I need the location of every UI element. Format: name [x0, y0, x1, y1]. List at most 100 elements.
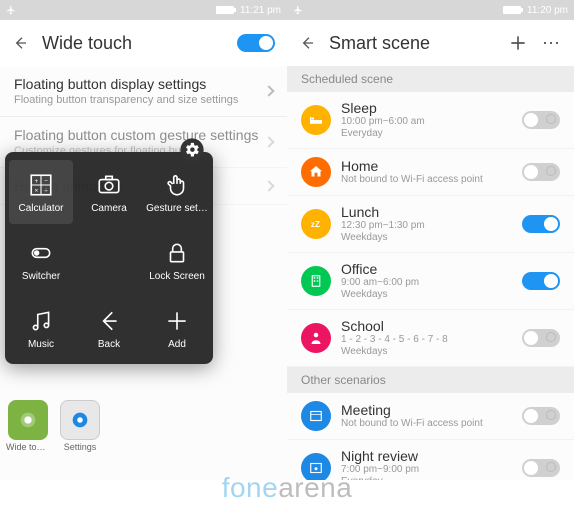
- camera-icon: [96, 172, 122, 198]
- panel-cell-add[interactable]: Add: [145, 296, 209, 360]
- panel-label: Switcher: [22, 271, 60, 282]
- chevron-right-icon: [263, 136, 274, 147]
- scene-toggle[interactable]: [522, 215, 560, 233]
- svg-text:−: −: [44, 177, 48, 184]
- header-toggle[interactable]: [237, 34, 275, 52]
- scene-sub: Not bound to Wi-Fi access point: [341, 418, 512, 430]
- scene-row[interactable]: MeetingNot bound to Wi-Fi access point: [287, 393, 574, 440]
- zzz-icon: zZ: [301, 209, 331, 239]
- scene-toggle[interactable]: [522, 459, 560, 477]
- panel-label: Back: [98, 339, 120, 350]
- chevron-right-icon: [263, 85, 274, 96]
- scene-sub: 9:00 am~6:00 pmWeekdays: [341, 277, 512, 301]
- panel-cell-calculator[interactable]: +−× ÷ Calculator: [9, 160, 73, 224]
- row-title: Floating button custom gesture settings: [14, 127, 265, 143]
- panel-cell-lock[interactable]: Lock Screen: [145, 228, 209, 292]
- scene-row[interactable]: Sleep10:00 pm~6:00 amEveryday: [287, 92, 574, 149]
- airplane-icon: [293, 5, 303, 15]
- chevron-right-icon: [263, 180, 274, 191]
- night-icon: [301, 453, 331, 480]
- battery-icon: [503, 6, 521, 14]
- back-icon[interactable]: [12, 35, 28, 51]
- status-bar: 11:21 pm: [0, 0, 287, 20]
- lock-icon: [164, 240, 190, 266]
- settings-icon: [69, 409, 91, 431]
- svg-text:÷: ÷: [44, 187, 48, 194]
- add-icon: [164, 308, 190, 334]
- scene-name: School: [341, 318, 512, 334]
- scene-name: Home: [341, 158, 512, 174]
- bed-icon: [301, 105, 331, 135]
- scene-row[interactable]: Office9:00 am~6:00 pmWeekdays: [287, 253, 574, 310]
- scene-toggle[interactable]: [522, 329, 560, 347]
- status-time: 11:20 pm: [527, 5, 568, 16]
- panel-label: Music: [28, 339, 54, 350]
- office-icon: [301, 266, 331, 296]
- panel-cell-back[interactable]: Back: [77, 296, 141, 360]
- panel-cell-music[interactable]: Music: [9, 296, 73, 360]
- calculator-icon: +−× ÷: [28, 172, 54, 198]
- scene-sub: 7:00 pm~9:00 pmEveryday: [341, 464, 512, 480]
- app-settings[interactable]: Settings: [58, 400, 102, 452]
- header: Smart scene ⋯: [287, 20, 574, 66]
- home-icon: [301, 157, 331, 187]
- row-subtitle: Floating button transparency and size se…: [14, 94, 265, 106]
- add-scene-button[interactable]: [508, 33, 528, 53]
- scene-name: Lunch: [341, 204, 512, 220]
- panel-cell-gesture[interactable]: Gesture set…: [145, 160, 209, 224]
- row-title: Floating button display settings: [14, 76, 265, 92]
- status-time: 11:21 pm: [240, 5, 281, 16]
- panel-cell-switcher[interactable]: Switcher: [9, 228, 73, 292]
- scene-row[interactable]: HomeNot bound to Wi-Fi access point: [287, 149, 574, 196]
- panel-label: Gesture set…: [146, 203, 208, 214]
- scene-toggle[interactable]: [522, 272, 560, 290]
- section-scheduled: Scheduled scene: [287, 66, 574, 92]
- panel-label: Camera: [91, 203, 127, 214]
- panel-label: Calculator: [18, 203, 63, 214]
- page-title: Smart scene: [329, 33, 494, 54]
- recent-apps: Wide tou… Settings: [6, 400, 102, 452]
- scene-sub: 12:30 pm~1:30 pmWeekdays: [341, 220, 512, 244]
- svg-text:×: ×: [35, 187, 39, 194]
- section-other: Other scenarios: [287, 367, 574, 393]
- music-icon: [28, 308, 54, 334]
- gesture-icon: [164, 172, 190, 198]
- switcher-icon: [28, 240, 54, 266]
- scene-name: Meeting: [341, 402, 512, 418]
- meeting-icon: [301, 401, 331, 431]
- back-icon: [96, 308, 122, 334]
- panel-label: Lock Screen: [149, 271, 205, 282]
- scene-name: Sleep: [341, 100, 512, 116]
- wide-touch-icon: [17, 409, 39, 431]
- panel-cell-empty: [77, 228, 141, 292]
- scene-toggle[interactable]: [522, 407, 560, 425]
- school-icon: [301, 323, 331, 353]
- svg-text:+: +: [35, 177, 39, 184]
- scene-row[interactable]: Night review7:00 pm~9:00 pmEveryday: [287, 440, 574, 480]
- scene-row[interactable]: zZ Lunch12:30 pm~1:30 pmWeekdays: [287, 196, 574, 253]
- scene-sub: 10:00 pm~6:00 amEveryday: [341, 116, 512, 140]
- wide-touch-panel: +−× ÷ Calculator Camera Gesture set… Swit…: [5, 152, 213, 364]
- app-wide-touch[interactable]: Wide tou…: [6, 400, 50, 452]
- scene-name: Night review: [341, 448, 512, 464]
- app-label: Wide tou…: [6, 442, 50, 452]
- screen-wide-touch: 11:21 pm Wide touch Floating button disp…: [0, 0, 287, 480]
- scene-name: Office: [341, 261, 512, 277]
- page-title: Wide touch: [42, 33, 223, 54]
- setting-row[interactable]: Floating button display settings Floatin…: [0, 66, 287, 117]
- svg-text:zZ: zZ: [311, 220, 320, 229]
- back-icon[interactable]: [299, 35, 315, 51]
- scene-toggle[interactable]: [522, 111, 560, 129]
- gear-icon[interactable]: [178, 136, 206, 164]
- header: Wide touch: [0, 20, 287, 66]
- airplane-icon: [6, 5, 16, 15]
- status-bar: 11:20 pm: [287, 0, 574, 20]
- panel-cell-camera[interactable]: Camera: [77, 160, 141, 224]
- panel-label: Add: [168, 339, 186, 350]
- scene-sub: 1 - 2 - 3 - 4 - 5 - 6 - 7 - 8Weekdays: [341, 334, 512, 358]
- battery-icon: [216, 6, 234, 14]
- overflow-menu[interactable]: ⋯: [542, 33, 562, 54]
- scene-toggle[interactable]: [522, 163, 560, 181]
- screen-smart-scene: 11:20 pm Smart scene ⋯ Scheduled scene S…: [287, 0, 574, 480]
- scene-row[interactable]: School1 - 2 - 3 - 4 - 5 - 6 - 7 - 8Weekd…: [287, 310, 574, 367]
